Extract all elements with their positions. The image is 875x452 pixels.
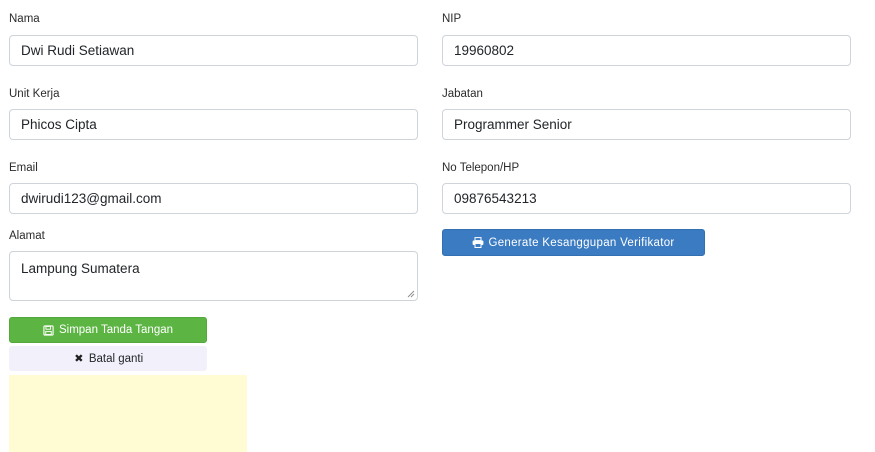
alamat-label: Alamat bbox=[9, 230, 45, 242]
generate-kesanggupan-button[interactable]: Generate Kesanggupan Verifikator bbox=[442, 229, 705, 256]
jabatan-input[interactable]: Programmer Senior bbox=[442, 109, 851, 140]
telepon-label: No Telepon/HP bbox=[442, 162, 520, 174]
alamat-value: Lampung Sumatera bbox=[21, 261, 140, 276]
nama-label: Nama bbox=[9, 13, 40, 25]
generate-kesanggupan-label: Generate Kesanggupan Verifikator bbox=[488, 236, 675, 249]
simpan-tanda-tangan-label: Simpan Tanda Tangan bbox=[58, 324, 174, 336]
save-icon bbox=[43, 324, 55, 336]
unit-kerja-input[interactable]: Phicos Cipta bbox=[9, 109, 418, 140]
close-icon: ✖ bbox=[74, 353, 84, 365]
printer-icon bbox=[472, 237, 484, 249]
unit-kerja-label: Unit Kerja bbox=[9, 88, 60, 100]
nip-input[interactable]: 19960802 bbox=[442, 35, 851, 66]
simpan-tanda-tangan-button[interactable]: Simpan Tanda Tangan bbox=[9, 317, 207, 343]
batal-ganti-button[interactable]: ✖ Batal ganti bbox=[9, 346, 207, 371]
nip-label: NIP bbox=[442, 13, 462, 25]
telepon-input[interactable]: 09876543213 bbox=[442, 183, 851, 214]
resize-handle-icon[interactable] bbox=[407, 290, 415, 298]
email-label: Email bbox=[9, 162, 38, 174]
jabatan-label: Jabatan bbox=[442, 88, 483, 100]
nama-input[interactable]: Dwi Rudi Setiawan bbox=[9, 35, 418, 66]
alamat-textarea[interactable]: Lampung Sumatera bbox=[9, 251, 418, 301]
email-input[interactable]: dwirudi123@gmail.com bbox=[9, 183, 418, 214]
batal-ganti-label: Batal ganti bbox=[88, 352, 144, 365]
signature-pad[interactable] bbox=[9, 375, 247, 452]
